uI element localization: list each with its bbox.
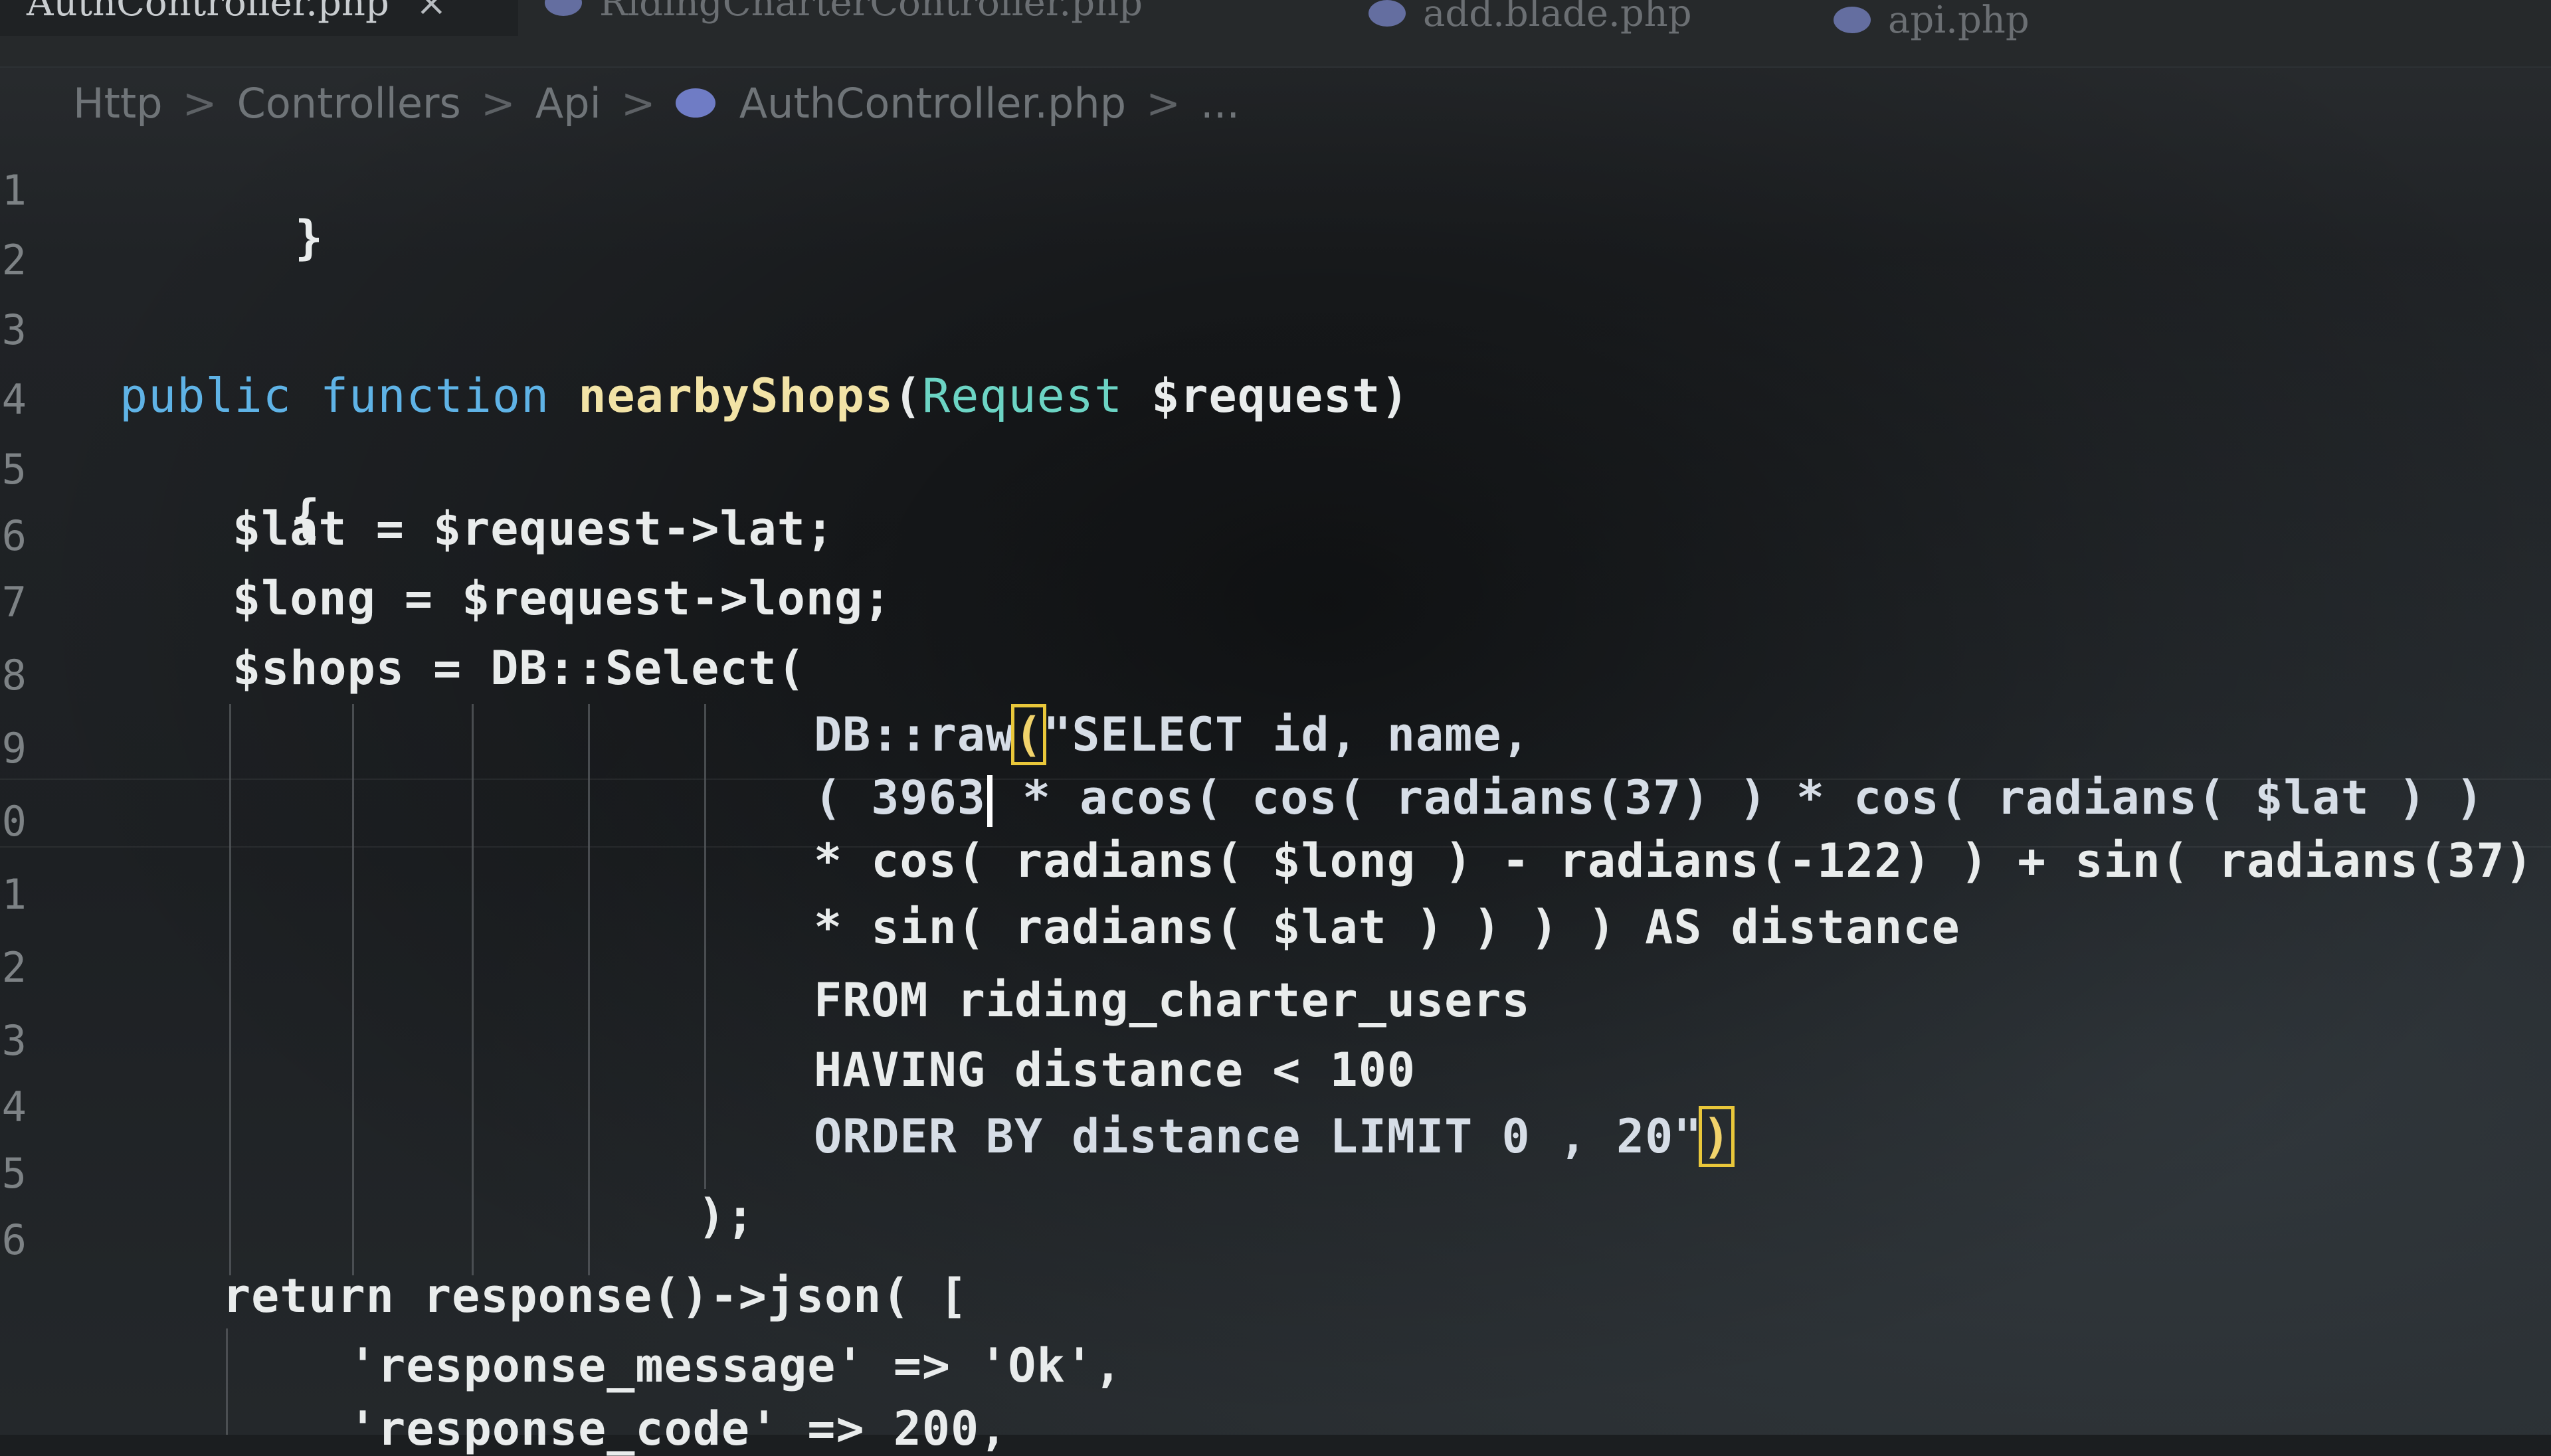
paren: ) [1380,369,1410,423]
sql-text: ( 39 [814,771,929,825]
code-line-long: $long = $request->long; [233,571,892,626]
close-brace: } [294,211,324,265]
code-line-lat: $lat = $request->lat; [233,501,835,556]
code-line-response-code: 'response_code' => 200, [349,1402,1008,1456]
param-var: $request [1151,369,1381,423]
code-line-response-message: 'response_message' => 'Ok', [349,1338,1123,1393]
matched-bracket: ) [1699,1106,1735,1167]
code-line-sql-5: FROM riding_charter_users [814,973,1531,1028]
sql-text: "SELECT id, name, [1043,707,1531,762]
code-line-sql-6: HAVING distance < 100 [814,1043,1416,1097]
matched-bracket: ( [1010,704,1047,765]
sql-text: * acos( cos( radians(37) ) * cos( radian… [993,771,2485,825]
code-line-sql-1: DB::raw("SELECT id, name, [814,704,1531,765]
code-line-return: return response()->json( [ [223,1269,968,1323]
editor-window: AuthController.php × RidingCharterContro… [0,0,2551,1456]
sql-text: 63 [928,771,986,825]
code-line-function-decl: public function nearbyShops(Request $req… [120,369,1410,423]
code-line-sql-3: * cos( radians( $long ) - radians(-122) … [814,834,2551,888]
keyword-function: function [320,369,550,423]
text-cursor [987,774,992,827]
raw-call: DB::raw [814,707,1015,762]
sql-text: ORDER BY distance LIMIT 0 , 20" [814,1109,1703,1164]
keyword-public: public [120,369,292,423]
code-line-sql-4: * sin( radians( $lat ) ) ) ) AS distance [814,900,1960,955]
code-line: } [123,156,324,319]
code-line-shops: $shops = DB::Select( [233,641,806,695]
code-line-sql-7: ORDER BY distance LIMIT 0 , 20") [814,1106,1735,1167]
param-type: Request [922,369,1123,423]
code-editor[interactable]: } public function nearbyShops(Request $r… [0,0,2551,1456]
code-line-close-select: ); [698,1189,755,1243]
code-line-sql-2: ( 3963 * acos( cos( radians(37) ) * cos(… [814,771,2484,827]
function-name: nearbyShops [578,369,894,423]
paren: ( [893,369,923,423]
